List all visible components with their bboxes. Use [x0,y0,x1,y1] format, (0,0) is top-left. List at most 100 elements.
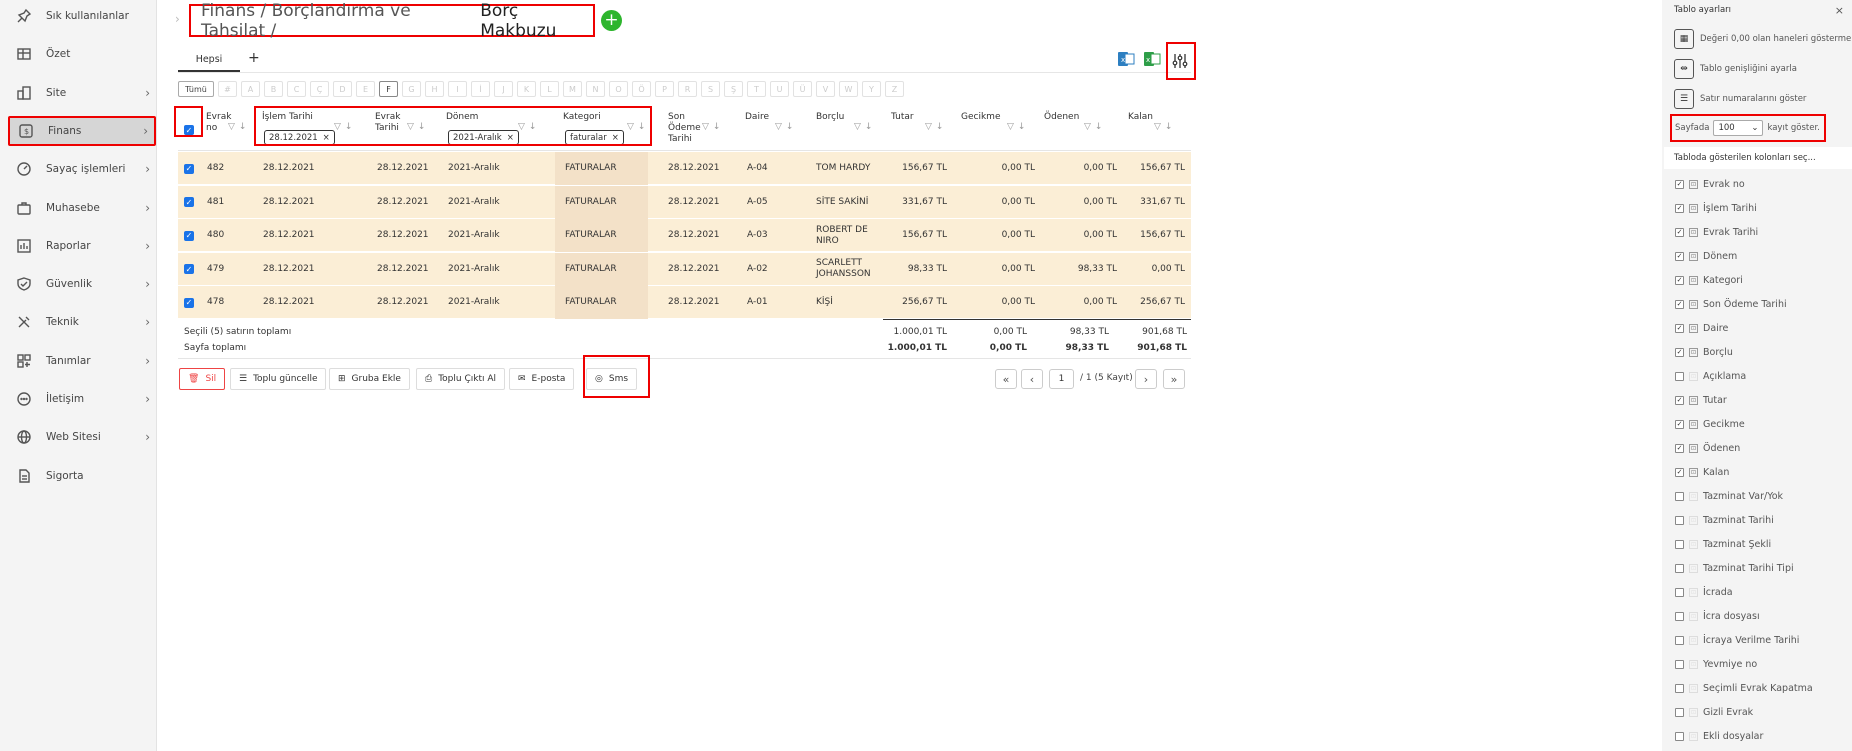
column-toggle[interactable]: ✓ ⊡ Dönem [1675,247,1737,265]
column-toggle[interactable]: ✓ ⊡ Ödenen [1675,439,1740,457]
lock-icon[interactable]: ⊡ [1689,227,1698,237]
column-toggle[interactable]: ✓ ⊡ Evrak Tarihi [1675,223,1758,241]
table-row[interactable]: ✓ 481 28.12.2021 28.12.2021 2021-Aralık FATUR… [178,185,1191,219]
column-toggle[interactable]: ✓ ⊡ Gecikme [1675,415,1745,433]
lock-icon[interactable]: ⊡ [1689,563,1698,573]
lock-icon[interactable]: ⊡ [1689,731,1698,741]
page-size-select[interactable]: 100 ⌄ [1713,120,1764,136]
letter-filter-item[interactable]: Y [862,81,881,97]
filter-sort-icon[interactable]: ▽↓ [854,122,876,132]
lock-icon[interactable]: ⊡ [1689,179,1698,189]
table-width-option[interactable]: ⇹ Tablo genişliğini ayarla [1674,58,1797,80]
table-row[interactable]: ✓ 480 28.12.2021 28.12.2021 2021-Aralık FATUR… [178,219,1191,252]
column-checkbox[interactable]: ✓ [1675,395,1684,405]
letter-filter-item[interactable]: O [609,81,628,97]
column-checkbox[interactable] [1675,491,1684,501]
letter-filter-item[interactable]: P [655,81,674,97]
letter-filter-item[interactable]: Z [885,81,904,97]
filter-sort-icon[interactable]: ▽↓ [1007,122,1029,132]
lock-icon[interactable]: ⊡ [1689,515,1698,525]
lock-icon[interactable]: ⊡ [1689,203,1698,213]
page-input[interactable]: 1 [1049,369,1074,389]
letter-filter-item[interactable]: C [287,81,306,97]
filter-sort-icon[interactable]: ▽↓ [1154,122,1176,132]
table-row[interactable]: ✓ 479 28.12.2021 28.12.2021 2021-Aralık FATUR… [178,252,1191,286]
bulk-update-button[interactable]: ☰ Toplu güncelle [230,368,327,390]
letter-filter-item[interactable]: I [448,81,467,97]
letter-filter-item[interactable]: H [425,81,444,97]
close-icon[interactable]: × [1835,4,1844,17]
export-excel-icon[interactable]: x [1117,50,1135,68]
column-toggle[interactable]: ⊡ Gizli Evrak [1675,703,1753,721]
lock-icon[interactable]: ⊡ [1689,347,1698,357]
letter-filter-item[interactable]: K [517,81,536,97]
letter-filter-item[interactable]: G [402,81,421,97]
sms-button[interactable]: ◎ Sms [586,368,638,390]
lock-icon[interactable]: ⊡ [1689,323,1698,333]
filter-sort-icon[interactable]: ▽↓ [228,122,250,132]
column-toggle[interactable]: ⊡ Tazminat Tarihi [1675,511,1774,529]
sidebar-item-sık-kullanılanlar[interactable]: Sık kullanılanlar [8,1,156,31]
lock-icon[interactable]: ⊡ [1689,587,1698,597]
column-checkbox[interactable] [1675,635,1684,645]
sidebar-item-raporlar[interactable]: Raporlar › [8,231,156,261]
letter-filter-item[interactable]: Ç [310,81,329,97]
filter-sort-icon[interactable]: ▽↓ [775,122,797,132]
sidebar-item-sigorta[interactable]: Sigorta [8,461,156,491]
column-checkbox[interactable] [1675,539,1684,549]
sidebar-item-tanımlar[interactable]: Tanımlar › [8,346,156,376]
filter-sort-icon[interactable]: ▽↓ [1084,122,1106,132]
column-checkbox[interactable]: ✓ [1675,179,1684,189]
column-checkbox[interactable]: ✓ [1675,227,1684,237]
column-checkbox[interactable]: ✓ [1675,299,1684,309]
column-toggle[interactable]: ✓ ⊡ Kalan [1675,463,1729,481]
letter-filter-item[interactable]: M [563,81,582,97]
add-receipt-button[interactable]: + [601,10,622,31]
column-toggle[interactable]: ✓ ⊡ Evrak no [1675,175,1745,193]
letter-filter-item[interactable]: F [379,81,398,97]
column-toggle[interactable]: ⊡ İcrada [1675,583,1733,601]
lock-icon[interactable]: ⊡ [1689,443,1698,453]
column-toggle[interactable]: ⊡ Açıklama [1675,367,1746,385]
column-checkbox[interactable]: ✓ [1675,443,1684,453]
sidebar-item-teknik[interactable]: Teknik › [8,307,156,337]
tab-all[interactable]: Hepsi [178,48,240,72]
column-checkbox[interactable] [1675,563,1684,573]
letter-filter-item[interactable]: L [540,81,559,97]
first-page-button[interactable]: « [995,369,1017,389]
add-to-group-button[interactable]: ⊞ Gruba Ekle [329,368,410,390]
column-checkbox[interactable] [1675,587,1684,597]
last-page-button[interactable]: » [1163,369,1185,389]
table-settings-icon[interactable] [1171,52,1189,70]
letter-filter-item[interactable]: U [770,81,789,97]
sidebar-item-özet[interactable]: Özet [8,39,156,69]
letter-filter-item[interactable]: V [816,81,835,97]
column-checkbox[interactable]: ✓ [1675,203,1684,213]
letter-filter-item[interactable]: Ö [632,81,651,97]
column-toggle[interactable]: ⊡ Tazminat Var/Yok [1675,487,1783,505]
lock-icon[interactable]: ⊡ [1689,419,1698,429]
letter-filter-item[interactable]: W [839,81,858,97]
letter-filter-item[interactable]: İ [471,81,490,97]
sidebar-item-web-sitesi[interactable]: Web Sitesi › [8,422,156,452]
row-numbers-option[interactable]: ☰ Satır numaralarını göster [1674,88,1806,110]
export-sheet-icon[interactable]: x [1143,50,1161,68]
column-checkbox[interactable]: ✓ [1675,251,1684,261]
lock-icon[interactable]: ⊡ [1689,683,1698,693]
row-checkbox[interactable]: ✓ [184,230,194,241]
column-checkbox[interactable] [1675,707,1684,717]
letter-filter-all[interactable]: Tümü [178,81,214,97]
column-toggle[interactable]: ⊡ Seçimli Evrak Kapatma [1675,679,1813,697]
sidebar-item-finans[interactable]: $ Finans › [8,115,156,146]
row-checkbox[interactable]: ✓ [184,163,194,174]
column-toggle[interactable]: ✓ ⊡ Daire [1675,319,1728,337]
sidebar-item-site[interactable]: Site › [8,78,156,108]
column-checkbox[interactable] [1675,659,1684,669]
sidebar-item-muhasebe[interactable]: Muhasebe › [8,193,156,223]
column-checkbox[interactable]: ✓ [1675,323,1684,333]
letter-filter-item[interactable]: B [264,81,283,97]
column-toggle[interactable]: ⊡ Yevmiye no [1675,655,1757,673]
lock-icon[interactable]: ⊡ [1689,371,1698,381]
lock-icon[interactable]: ⊡ [1689,275,1698,285]
column-checkbox[interactable]: ✓ [1675,275,1684,285]
